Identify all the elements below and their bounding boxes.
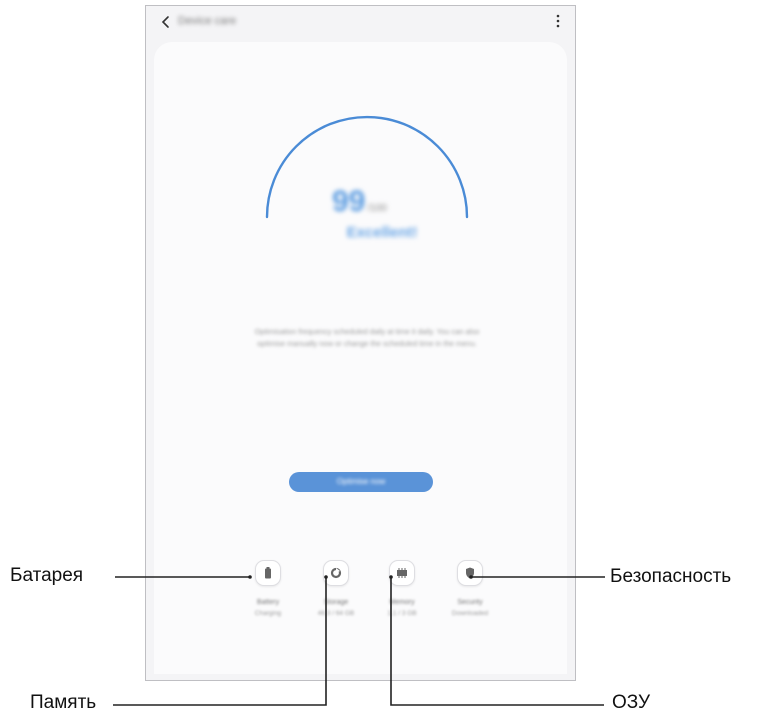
optimize-now-label: Optimise now [336,477,386,486]
category-sub: Charging [254,610,282,617]
callout-battery: Батарея [10,565,84,586]
category-sub: 46.3 / 64 GB [317,610,355,617]
category-label: Battery [256,599,280,606]
callout-security: Безопасность [610,566,732,587]
category-label: Security [457,599,483,606]
manual-page: Device care 99/100 Excellent! Optimisati… [0,0,774,718]
more-vert-icon [556,14,560,28]
battery-icon [255,560,281,586]
category-storage[interactable]: Storage 46.3 / 64 GB [306,560,366,617]
callout-storage: Память [30,692,97,713]
category-sub: Downloaded [451,610,489,617]
chevron-left-icon [161,16,169,28]
memory-chip-icon [389,560,415,586]
score-status: Excellent! [346,224,418,241]
device-screen: Device care 99/100 Excellent! Optimisati… [145,5,576,681]
category-battery[interactable]: Battery Charging [238,560,298,617]
top-bar: Device care [146,6,575,40]
back-button[interactable] [158,15,174,31]
category-memory[interactable]: Memory 1.1 / 3 GB [372,560,432,617]
app-title: Device care [178,15,237,27]
storage-pie-icon [323,560,349,586]
shield-icon [457,560,483,586]
callout-ram: ОЗУ [612,692,651,713]
optimize-now-button[interactable]: Optimise now [289,472,433,492]
device-care-card: 99/100 Excellent! Optimisation frequency… [154,42,567,674]
description-text: Optimisation frequency scheduled daily a… [254,327,480,348]
category-label: Storage [323,599,349,606]
score-max: /100 [367,203,387,214]
score-value: 99 [332,185,366,218]
category-label: Memory [389,599,415,606]
more-options-button[interactable] [551,14,565,32]
category-security[interactable]: Security Downloaded [440,560,500,617]
score-display: 99/100 [332,185,432,219]
category-sub: 1.1 / 3 GB [387,610,417,617]
